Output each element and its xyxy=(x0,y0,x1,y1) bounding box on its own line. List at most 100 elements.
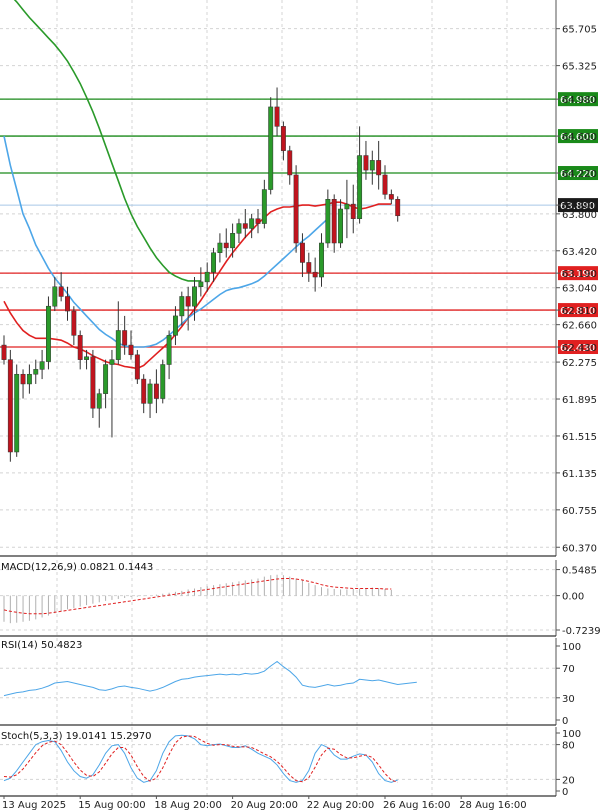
price-tick-label: 63.040 xyxy=(562,284,597,295)
time-axis-label: 28 Aug 16:00 xyxy=(459,800,526,811)
candle-body xyxy=(7,359,13,453)
candle-body xyxy=(369,160,375,171)
candle-body xyxy=(1,344,7,360)
candle-body xyxy=(77,335,83,360)
stoch-tick-label: 20 xyxy=(562,775,575,786)
macd-label: MACD(12,26,9) 0.0821 0.1443 xyxy=(1,562,153,573)
candle-body xyxy=(357,155,363,219)
candle-body xyxy=(147,383,153,404)
price-tick-label: 62.275 xyxy=(562,358,597,369)
time-axis-label: 22 Aug 20:00 xyxy=(307,800,374,811)
candle-body xyxy=(331,199,337,244)
stoch-tick-label: 100 xyxy=(562,729,581,740)
candle-body xyxy=(128,344,134,356)
candle-body xyxy=(274,106,280,127)
candle-body xyxy=(90,356,96,409)
candle-body xyxy=(179,296,185,317)
price-tick-label: 64.220 xyxy=(562,169,597,180)
price-tick-label: 62.810 xyxy=(562,306,597,317)
candle-body xyxy=(306,262,312,273)
candle-body xyxy=(217,242,223,253)
candle-body xyxy=(300,242,305,263)
candle-body xyxy=(65,296,70,312)
candle-body xyxy=(166,335,172,365)
price-tick-label: 64.980 xyxy=(562,95,597,106)
candle-body xyxy=(134,354,140,380)
price-tick-label: 61.135 xyxy=(562,469,597,480)
rsi-tick-label: 70 xyxy=(562,664,575,675)
candle-body xyxy=(261,189,267,224)
macd-tick-label: -0.7239 xyxy=(562,626,600,637)
candle-body xyxy=(395,199,401,217)
price-tick-label: 62.430 xyxy=(562,343,597,354)
candle-body xyxy=(319,242,324,278)
candle-body xyxy=(376,160,382,176)
time-axis-label: 15 Aug 00:00 xyxy=(78,800,145,811)
candle-body xyxy=(115,330,121,360)
candle-body xyxy=(141,378,147,404)
candle-body xyxy=(173,315,178,336)
stoch-tick-label: 0 xyxy=(562,787,568,798)
candle-body xyxy=(344,203,350,210)
stoch-label: Stoch(5,3,3) 19.0141 15.2970 xyxy=(1,731,152,742)
candle-body xyxy=(230,233,236,249)
candle-body xyxy=(109,359,115,365)
candle-body xyxy=(338,208,344,244)
candle-body xyxy=(388,194,394,200)
rsi-label: RSI(14) 50.4823 xyxy=(1,640,82,651)
candle-body xyxy=(33,369,39,375)
time-axis-label: 18 Aug 20:00 xyxy=(154,800,221,811)
candle-body xyxy=(268,106,274,190)
price-tick-label: 61.515 xyxy=(562,432,597,443)
price-tick-label: 62.660 xyxy=(562,321,597,332)
time-axis-label: 20 Aug 20:00 xyxy=(231,800,298,811)
candle-body xyxy=(46,305,51,362)
rsi-tick-label: 100 xyxy=(562,642,581,653)
price-tick-label: 63.420 xyxy=(562,247,597,258)
price-tick-label: 64.600 xyxy=(562,132,597,143)
time-axis-label: 13 Aug 2025 xyxy=(2,800,66,811)
rsi-tick-label: 30 xyxy=(562,694,575,705)
candle-body xyxy=(103,364,109,394)
candle-body xyxy=(242,223,248,229)
price-tick-label: 61.895 xyxy=(562,395,597,406)
candle-body xyxy=(26,373,32,385)
candle-body xyxy=(20,373,26,385)
candle-body xyxy=(325,199,331,244)
chart-background xyxy=(0,0,600,812)
candle-body xyxy=(153,383,159,399)
candle-body xyxy=(198,281,204,287)
price-tick-label: 65.705 xyxy=(562,25,597,36)
time-axis-label: 26 Aug 16:00 xyxy=(383,800,450,811)
candle-body xyxy=(71,310,77,336)
candle-body xyxy=(249,218,255,229)
candle-body xyxy=(160,364,166,399)
candle-body xyxy=(52,286,58,307)
macd-tick-label: 0.00 xyxy=(562,592,584,603)
candle-body xyxy=(14,373,20,453)
price-tick-label: 60.755 xyxy=(562,506,597,517)
candle-body xyxy=(293,174,299,244)
macd-tick-label: 0.5485 xyxy=(562,566,597,577)
candle-body xyxy=(255,218,261,224)
trading-chart[interactable]: 64.980 64.600 64.220 63.190 62.810 62.430 63.8… xyxy=(0,0,600,812)
price-tick-label: 60.370 xyxy=(562,543,597,554)
candle-body xyxy=(58,286,64,297)
candle-body xyxy=(312,271,318,278)
candle-body xyxy=(363,155,369,171)
candle-body xyxy=(192,286,197,307)
candle-body xyxy=(350,203,356,219)
candle-body xyxy=(382,174,388,195)
price-tick-label: 63.800 xyxy=(562,210,597,221)
candle-body xyxy=(204,271,210,283)
candle-body xyxy=(223,242,229,249)
candle-body xyxy=(185,296,191,307)
candle-body xyxy=(96,393,102,409)
rsi-tick-label: 0 xyxy=(562,716,568,727)
candle-body xyxy=(39,361,45,370)
candle-body xyxy=(280,126,286,151)
stoch-tick-label: 80 xyxy=(562,741,575,752)
candle-body xyxy=(211,252,217,273)
price-tick-label: 65.325 xyxy=(562,62,597,73)
candle-body xyxy=(236,223,242,234)
